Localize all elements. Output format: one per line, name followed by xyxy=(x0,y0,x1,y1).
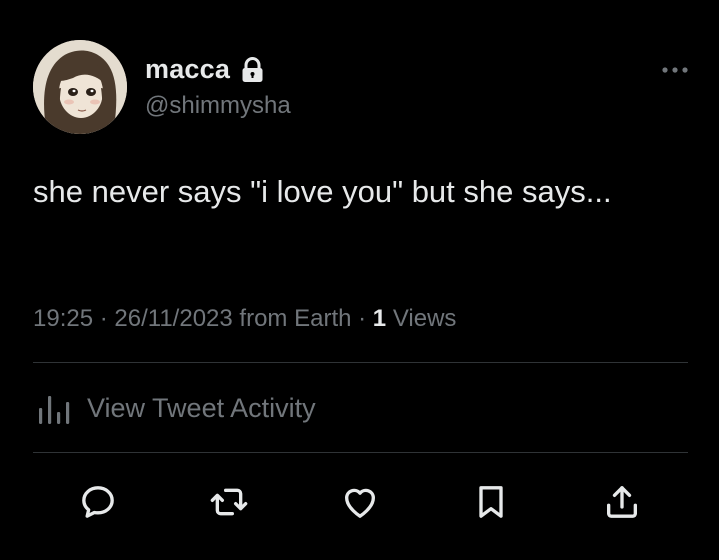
reply-button[interactable] xyxy=(76,480,120,524)
avatar-image xyxy=(33,40,127,134)
like-button[interactable] xyxy=(338,480,382,524)
tweet-meta: 19:25 · 26/11/2023 from Earth · 1 Views xyxy=(33,305,456,333)
retweet-button[interactable] xyxy=(207,480,251,524)
user-name-row[interactable]: macca xyxy=(145,54,264,85)
retweet-icon xyxy=(210,488,248,516)
view-tweet-activity-button[interactable]: View Tweet Activity xyxy=(37,390,316,426)
share-button[interactable] xyxy=(600,480,644,524)
tweet-text: she never says "i love you" but she says… xyxy=(33,174,612,209)
lock-icon xyxy=(242,56,263,82)
bookmark-button[interactable] xyxy=(469,480,513,524)
tweet-time[interactable]: 19:25 xyxy=(33,305,93,332)
more-options-icon[interactable] xyxy=(661,64,689,76)
display-name[interactable]: macca xyxy=(145,54,230,85)
views-label: Views xyxy=(392,305,457,332)
tweet-source: from Earth xyxy=(239,305,352,332)
views-count: 1 xyxy=(372,305,387,332)
share-icon xyxy=(607,486,637,518)
heart-icon xyxy=(345,488,375,518)
divider xyxy=(33,362,688,363)
reply-icon xyxy=(82,486,114,518)
view-tweet-activity-label: View Tweet Activity xyxy=(87,392,316,423)
user-handle[interactable]: @shimmysha xyxy=(145,92,291,120)
analytics-icon xyxy=(39,396,70,424)
separator-dot: · xyxy=(99,305,115,332)
avatar[interactable] xyxy=(33,40,127,134)
separator-dot: · xyxy=(358,305,373,332)
divider xyxy=(33,452,688,453)
bookmark-icon xyxy=(479,486,503,518)
tweet-date[interactable]: 26/11/2023 xyxy=(114,305,232,332)
